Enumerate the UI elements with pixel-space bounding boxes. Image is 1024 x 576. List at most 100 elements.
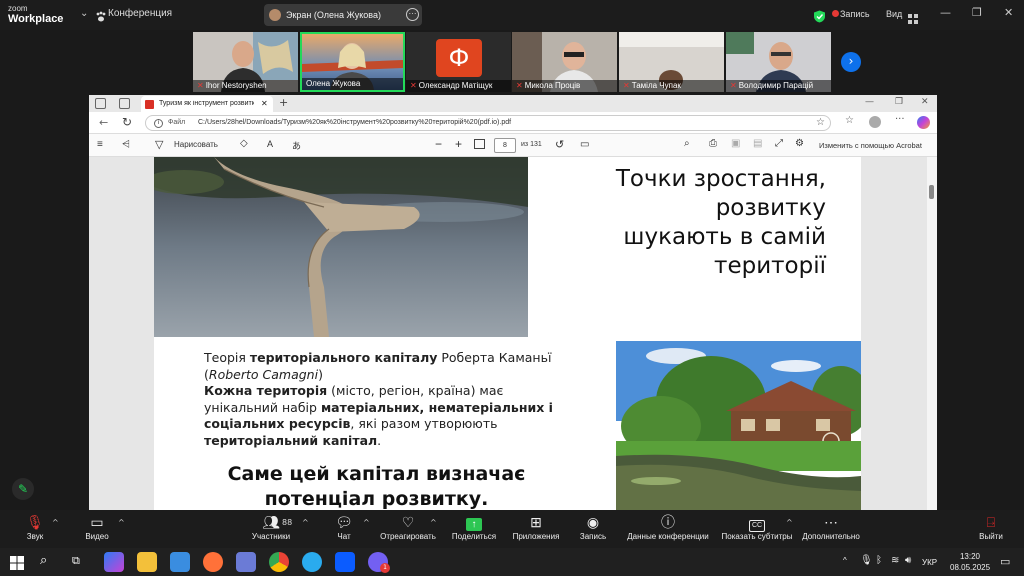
bluetooth-icon[interactable]: ᛒ [876,555,882,566]
profile-icon[interactable] [869,116,881,128]
zoom-out-icon[interactable]: − [435,137,442,151]
favorite-star-icon[interactable]: ☆ [816,117,825,128]
language-indicator[interactable]: УКР [922,558,937,567]
page-number-input[interactable]: 8 [494,138,516,153]
acrobat-button[interactable]: Изменить с помощью Acrobat [819,141,922,150]
more-options-icon[interactable]: ··· [406,8,419,21]
clock[interactable]: 13:20 08.05.2025 [950,551,990,573]
read-aloud-icon[interactable]: A [267,139,273,149]
more-icon[interactable]: ··· [895,114,905,125]
workspaces-icon[interactable] [95,98,106,109]
screen-share-pill[interactable]: Экран (Олена Жукова) ··· [264,4,422,26]
new-tab-icon[interactable]: + [279,96,288,109]
tab-pdf[interactable]: Туризм як інструмент розвитку ✕ [141,96,273,112]
rotate-icon[interactable]: ↺ [555,138,564,151]
store-icon[interactable] [170,552,190,572]
grid-view-icon[interactable] [908,9,918,24]
zoom-app-icon[interactable] [335,552,355,572]
mic-muted-icon: ✕ [197,81,204,90]
draw-button[interactable]: Нарисовать [174,140,218,149]
text-bold: територіальний капітал [204,432,378,448]
fit-page-icon[interactable] [474,139,485,149]
save-as-icon[interactable]: ▤ [753,138,762,149]
search-icon[interactable]: ⌕ [40,553,47,568]
highlight-icon[interactable]: ⩤ [122,139,130,150]
next-participants-button[interactable]: › [841,52,861,72]
copilot-icon[interactable] [917,116,930,129]
url-text: C:/Users/28hel/Downloads/Туризм%20як%20і… [198,119,512,126]
eraser-icon[interactable]: ◇ [240,138,248,149]
wifi-icon[interactable]: ≋ [891,555,899,566]
mic-muted-icon: ✕ [516,81,523,90]
search-icon[interactable]: ⌕ [684,138,690,149]
leave-button[interactable]: ⍈ Выйти [951,512,1024,541]
page-view-icon[interactable]: ▭ [580,139,589,150]
slide-body-text: Теорія територіального капіталу Роберта … [204,350,564,449]
volume-icon[interactable]: 🔊︎ [905,555,911,566]
address-bar[interactable]: i Файл C:/Users/28hel/Downloads/Туризм%2… [145,115,831,131]
participant-name: ✕ Ihor Nestoryshen [193,80,298,92]
conference-label[interactable]: Конференция [108,8,172,19]
record-button[interactable]: ◉ Запись [553,512,633,541]
participant-tile[interactable]: ✕ Микола Проців [512,32,617,92]
firefox-icon[interactable] [203,552,223,572]
close-tab-icon[interactable]: ✕ [261,99,268,108]
tray-chevron-icon[interactable]: ^ [843,556,847,565]
back-icon[interactable]: ← [99,116,108,129]
contents-icon[interactable]: ≡ [97,139,103,150]
recording-label[interactable]: Запись [840,9,870,19]
record-dot-icon [832,10,839,17]
restore-icon[interactable]: ❐ [895,97,903,107]
mic-icon[interactable]: 🎙︎ [860,555,873,566]
minimize-icon[interactable]: — [940,6,951,19]
translate-icon[interactable]: あ [292,139,301,152]
participant-tile[interactable]: ✕ Ihor Nestoryshen [193,32,298,92]
minimize-icon[interactable]: — [865,97,874,107]
shield-icon[interactable] [813,8,826,23]
notifications-icon[interactable]: ▭ [1000,555,1010,568]
participant-tile-active[interactable]: Олена Жукова [300,32,405,92]
participant-name: ✕ Микола Проців [512,80,617,92]
print-icon[interactable]: ⎙ [709,138,717,149]
tab-title: Туризм як інструмент розвитку [159,100,254,107]
refresh-icon[interactable]: ↻ [122,115,132,129]
video-button[interactable]: ▭ Видео [57,512,137,541]
participant-tile[interactable]: ✕ Таміла Чупак [619,32,724,92]
emphasis-line: Саме цей капітал визначає [227,463,526,485]
zoom-in-icon[interactable]: + [455,137,462,151]
pdf-toolbar: ≡ ⩤ ▽ Нарисовать ◇ A あ − + 8 из 131 ↺ ▭ … [89,134,937,157]
scrollbar-thumb[interactable] [929,185,934,199]
scrollbar[interactable] [927,157,937,510]
chevron-down-icon[interactable]: ⌄ [80,8,88,19]
info-icon[interactable]: i [154,119,163,128]
record-label: Запись [579,532,607,541]
text-italic: Roberto Camagni [208,366,319,382]
file-label: Файл [168,119,186,126]
tab-actions-icon[interactable] [119,98,130,109]
meeting-info-button[interactable]: ⓘ Данные конференции [622,512,714,541]
fullscreen-icon[interactable]: ⤢ [775,138,783,149]
participants-button[interactable]: 👥︎ Участники [231,512,311,541]
file-explorer-icon[interactable] [137,552,157,572]
more-button[interactable]: ⋯ Дополнительно [791,512,871,541]
draw-icon[interactable]: ▽ [155,138,163,151]
save-app-icon[interactable] [236,552,256,572]
participant-tile[interactable]: ✕ Володимир Парацій [726,32,831,92]
video-options-chevron-icon[interactable]: ^ [118,518,125,527]
restore-icon[interactable]: ❐ [972,6,982,19]
view-button[interactable]: Вид [886,9,902,19]
close-icon[interactable]: ✕ [921,97,929,107]
windows-start-icon[interactable] [10,555,24,570]
annotate-pen-icon[interactable]: ✎ [12,478,34,500]
copilot-app-icon[interactable] [104,552,124,572]
participant-tile[interactable]: Ф ✕ Олександр Матіщук [406,32,511,92]
presenter-avatar [269,9,281,21]
settings-icon[interactable]: ⚙ [795,138,804,149]
favorites-icon[interactable]: ☆ [845,115,854,126]
chrome-icon[interactable] [269,552,289,572]
task-view-icon[interactable]: ⧉ [72,554,80,568]
close-icon[interactable]: ✕ [1004,6,1013,19]
save-icon[interactable]: ▣ [731,138,740,149]
pdf-viewer[interactable]: Точки зростання, розвитку шукають в самі… [89,157,937,510]
telegram-icon[interactable] [302,552,322,572]
